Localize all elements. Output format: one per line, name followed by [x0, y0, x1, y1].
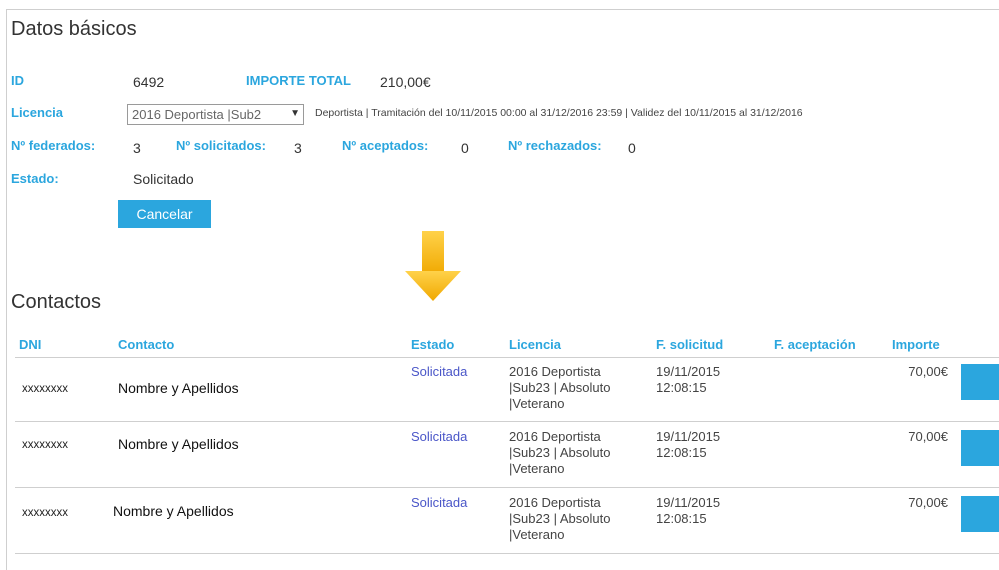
panel-frame	[6, 9, 999, 570]
importe-total-label: IMPORTE TOTAL	[246, 73, 351, 88]
header-divider	[15, 357, 999, 358]
rechazados-label: Nº rechazados:	[508, 138, 602, 153]
row-importe: 70,00€	[908, 429, 948, 444]
id-label: ID	[11, 73, 24, 88]
solicitados-label: Nº solicitados:	[176, 138, 266, 153]
id-value: 6492	[133, 74, 165, 90]
importe-total-value: 210,00€	[380, 74, 431, 90]
basic-data-title: Datos básicos	[11, 18, 137, 40]
row-dni: xxxxxxxx	[22, 439, 68, 451]
cancel-button[interactable]: Cancelar	[118, 200, 211, 228]
federados-value: 3	[133, 140, 141, 156]
col-header-importe: Importe	[892, 337, 940, 352]
row-hora: 12:08:15	[656, 445, 707, 460]
col-header-f-aceptacion: F. aceptación	[774, 337, 856, 352]
row-action-button[interactable]	[961, 364, 999, 400]
col-header-contacto: Contacto	[118, 337, 175, 352]
row-fecha: 19/11/2015	[656, 429, 721, 444]
row-licencia-line3: |Veterano	[509, 396, 565, 411]
solicitados-value: 3	[294, 140, 302, 156]
row-licencia-line2: |Sub23 | Absoluto	[509, 445, 611, 460]
row-contacto: Nombre y Apellidos	[118, 380, 239, 396]
licencia-info: Deportista | Tramitación del 10/11/2015 …	[315, 107, 803, 119]
aceptados-value: 0	[461, 140, 469, 156]
row-divider	[15, 487, 999, 488]
row-importe: 70,00€	[908, 364, 948, 379]
row-licencia-line1: 2016 Deportista	[509, 495, 601, 510]
row-action-button[interactable]	[961, 430, 999, 466]
row-estado-link[interactable]: Solicitada	[411, 364, 467, 380]
contacts-title: Contactos	[11, 291, 102, 313]
row-licencia-line1: 2016 Deportista	[509, 429, 601, 444]
row-divider	[15, 421, 999, 422]
row-licencia-line1: 2016 Deportista	[509, 364, 601, 379]
down-arrow-icon	[405, 231, 461, 301]
row-licencia-line3: |Veterano	[509, 461, 565, 476]
licencia-label: Licencia	[11, 105, 64, 120]
row-fecha: 19/11/2015	[656, 364, 721, 379]
estado-value: Solicitado	[133, 171, 194, 187]
row-importe: 70,00€	[908, 495, 948, 510]
row-estado-link[interactable]: Solicitada	[411, 495, 467, 511]
row-licencia-line2: |Sub23 | Absoluto	[509, 511, 611, 526]
rechazados-value: 0	[628, 140, 636, 156]
row-fecha: 19/11/2015	[656, 495, 721, 510]
row-dni: xxxxxxxx	[22, 507, 68, 519]
row-licencia-line3: |Veterano	[509, 527, 565, 542]
row-divider	[15, 553, 999, 554]
row-action-button[interactable]	[961, 496, 999, 532]
aceptados-label: Nº aceptados:	[342, 138, 429, 153]
row-estado-link[interactable]: Solicitada	[411, 429, 467, 445]
estado-label: Estado:	[11, 171, 59, 186]
col-header-estado: Estado	[411, 337, 455, 352]
row-contacto: Nombre y Apellidos	[118, 436, 239, 452]
row-hora: 12:08:15	[656, 380, 707, 395]
col-header-f-solicitud: F. solicitud	[656, 337, 724, 352]
federados-label: Nº federados:	[11, 138, 96, 153]
row-dni: xxxxxxxx	[22, 383, 68, 395]
licencia-select[interactable]: 2016 Deportista |Sub2 ▼	[127, 104, 304, 125]
col-header-dni: DNI	[19, 337, 42, 352]
row-contacto: Nombre y Apellidos	[113, 503, 234, 519]
col-header-licencia: Licencia	[509, 337, 562, 352]
row-licencia-line2: |Sub23 | Absoluto	[509, 380, 611, 395]
row-hora: 12:08:15	[656, 511, 707, 526]
caret-down-icon: ▼	[290, 108, 300, 119]
licencia-select-value: 2016 Deportista |Sub2	[132, 107, 262, 122]
